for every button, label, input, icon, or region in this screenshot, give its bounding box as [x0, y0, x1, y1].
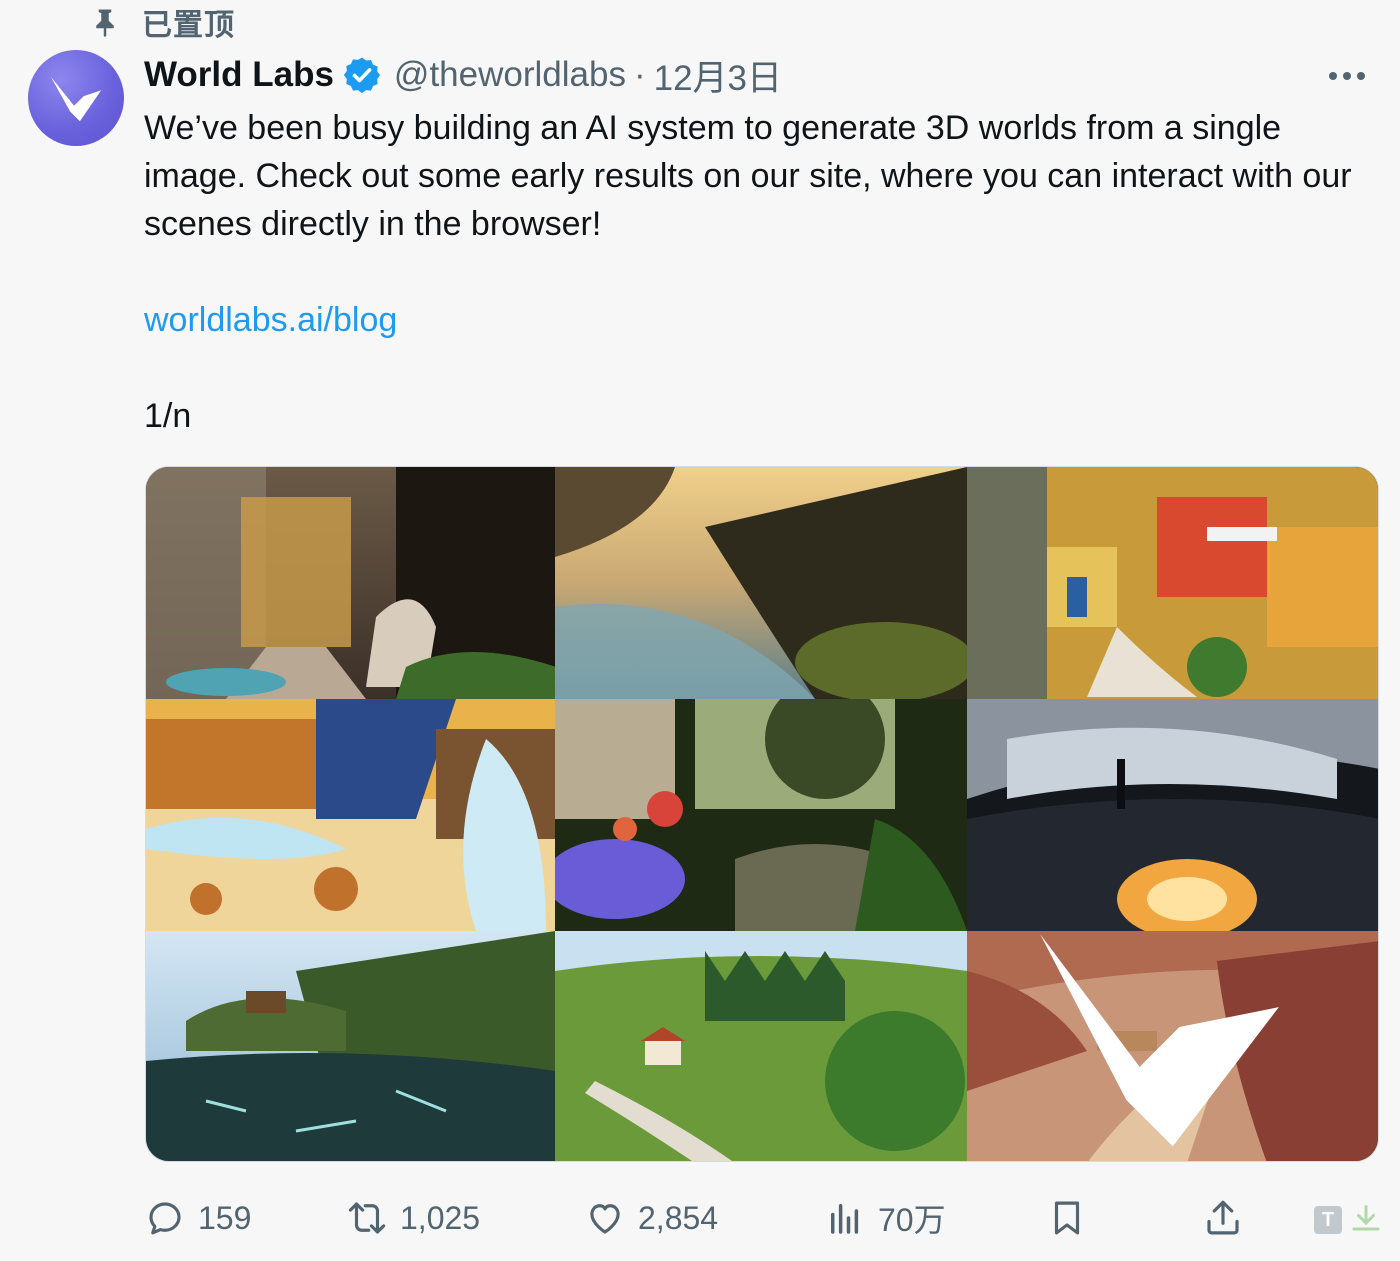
more-dots-icon	[1329, 72, 1365, 80]
repost-button[interactable]: 1,025	[346, 1190, 480, 1246]
media-tile-desert-canyon[interactable]	[967, 931, 1378, 1161]
media-tile-river[interactable]	[555, 467, 967, 699]
media-tile-icy-ruins[interactable]	[146, 699, 555, 931]
media-tile-lake-cabin[interactable]	[146, 931, 555, 1161]
views-count: 70万	[878, 1202, 946, 1238]
media-tile-village[interactable]	[967, 467, 1378, 699]
share-button[interactable]	[1202, 1190, 1244, 1246]
media-tile-futuristic-hall[interactable]	[967, 699, 1378, 931]
header-separator: ·	[633, 55, 646, 94]
bookmark-button[interactable]	[1046, 1190, 1088, 1246]
share-icon	[1207, 1200, 1239, 1235]
media-tile-palace[interactable]	[146, 467, 555, 699]
tweet-main-text: We’ve been busy building an AI system to…	[144, 109, 1352, 243]
tmt-logo-icon: T	[1314, 1206, 1342, 1234]
thread-marker: 1/n	[144, 397, 192, 435]
tweet-date[interactable]: 12月3日	[654, 50, 782, 101]
author-handle[interactable]: @theworldlabs	[394, 55, 626, 95]
reply-count: 159	[198, 1199, 252, 1236]
download-icon	[1352, 1205, 1380, 1231]
views-button[interactable]: 70万	[824, 1190, 946, 1246]
bookmark-icon	[1054, 1201, 1080, 1235]
reply-icon	[149, 1202, 181, 1235]
world-labs-watermark-icon	[1040, 934, 1279, 1147]
like-button[interactable]: 2,854	[584, 1190, 718, 1246]
repost-icon	[348, 1202, 386, 1234]
verified-badge-icon	[343, 57, 381, 94]
source-watermark: T	[1314, 1200, 1386, 1240]
like-count: 2,854	[638, 1199, 719, 1236]
pinned-label: 已置顶	[142, 9, 235, 42]
avatar[interactable]	[28, 50, 124, 146]
author-name[interactable]: World Labs	[144, 55, 334, 95]
pin-icon	[96, 9, 114, 37]
media-tile-garden[interactable]	[555, 699, 967, 931]
tweet-actions: 159 1,025 2,854 70万	[144, 1190, 1380, 1250]
repost-count: 1,025	[400, 1199, 481, 1236]
reply-button[interactable]: 159	[144, 1190, 251, 1246]
media-tile-green-valley[interactable]	[555, 931, 967, 1161]
views-icon	[831, 1204, 859, 1234]
heart-icon	[590, 1204, 620, 1234]
tweet-header: World Labs @theworldlabs · 12月3日	[144, 52, 1370, 98]
more-options-button[interactable]	[1324, 56, 1370, 96]
media-grid[interactable]	[145, 466, 1379, 1162]
tweet-link[interactable]: worldlabs.ai/blog	[144, 301, 397, 339]
tweet-text: We’ve been busy building an AI system to…	[144, 104, 1374, 440]
pinned-indicator: 已置顶	[90, 2, 235, 42]
world-labs-logo-icon	[50, 76, 102, 122]
